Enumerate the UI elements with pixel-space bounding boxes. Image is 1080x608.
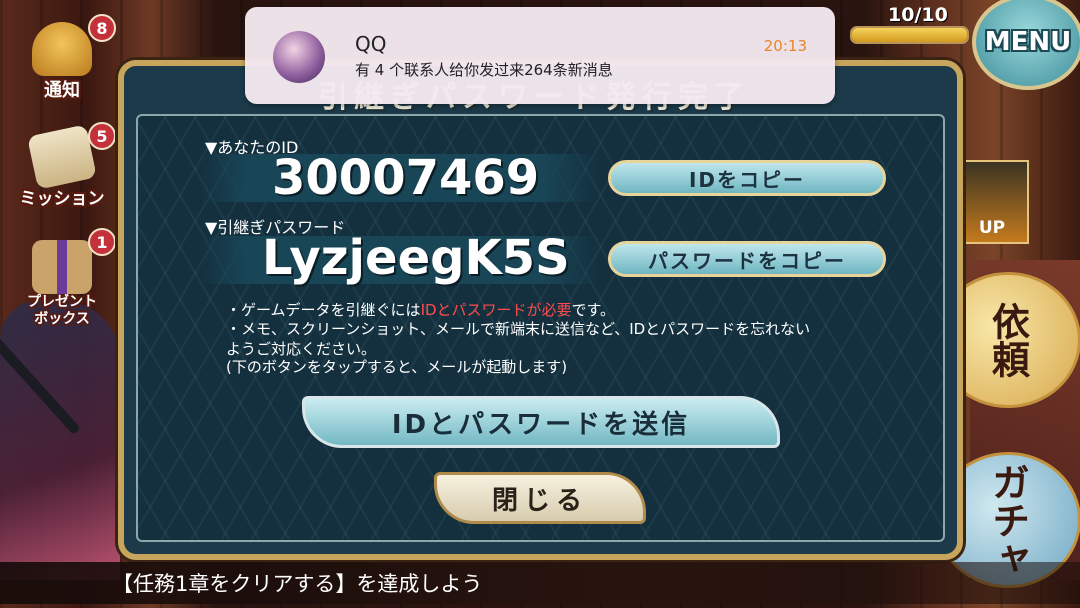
mission-bar-text: 【任務1章をクリアする】を達成しよう [112,572,483,596]
character-art-left [0,300,120,580]
note-line-2: ・メモ、スクリーンショット、メールで新端末に送信など、IDとパスワードを忘れない [226,320,811,338]
notification-message: 有 4 个联系人给你发过来264条新消息 [355,61,613,79]
present-box-badge: 1 [88,228,116,256]
notice-badge: 8 [88,14,116,42]
event-banner[interactable]: UP [955,160,1029,244]
note-line-4: (下のボタンをタップすると、メールが起動します) [226,358,568,376]
copy-id-button[interactable]: IDをコピー [608,160,886,196]
stamina-count: 10/10 [888,4,948,26]
mission-badge: 5 [88,122,116,150]
note-line-3: ようご対応ください。 [226,340,377,358]
qq-avatar [273,31,325,83]
scroll-icon [27,124,97,190]
stamina-bar-fill [852,28,967,42]
notice-button[interactable]: 通知 8 [12,14,116,102]
note-line-1: ・ゲームデータを引継ぐにはIDとパスワードが必要です。 [226,301,616,319]
mission-button[interactable]: ミッション 5 [12,122,116,209]
close-button[interactable]: 閉じる [434,472,646,524]
password-value: LyzjeegK5S [262,230,570,286]
notification-time: 20:13 [763,37,807,55]
qq-notification[interactable]: QQ 有 4 个联系人给你发过来264条新消息 20:13 [245,7,835,104]
menu-button[interactable]: MENU [972,0,1080,90]
stamina-bar [850,26,969,44]
note-highlight: IDとパスワードが必要 [420,301,572,319]
notification-app-name: QQ [355,32,387,56]
notice-label: 通知 [44,80,80,101]
mission-label: ミッション [19,189,105,209]
present-box-label: プレゼントボックス [27,294,97,327]
id-value: 30007469 [272,150,540,206]
gift-icon [32,240,92,294]
event-banner-label: UP [978,218,1006,238]
copy-password-button[interactable]: パスワードをコピー [608,241,886,277]
present-box-button[interactable]: プレゼントボックス 1 [12,228,116,328]
send-id-password-button[interactable]: IDとパスワードを送信 [302,396,780,448]
bell-icon [32,22,92,76]
